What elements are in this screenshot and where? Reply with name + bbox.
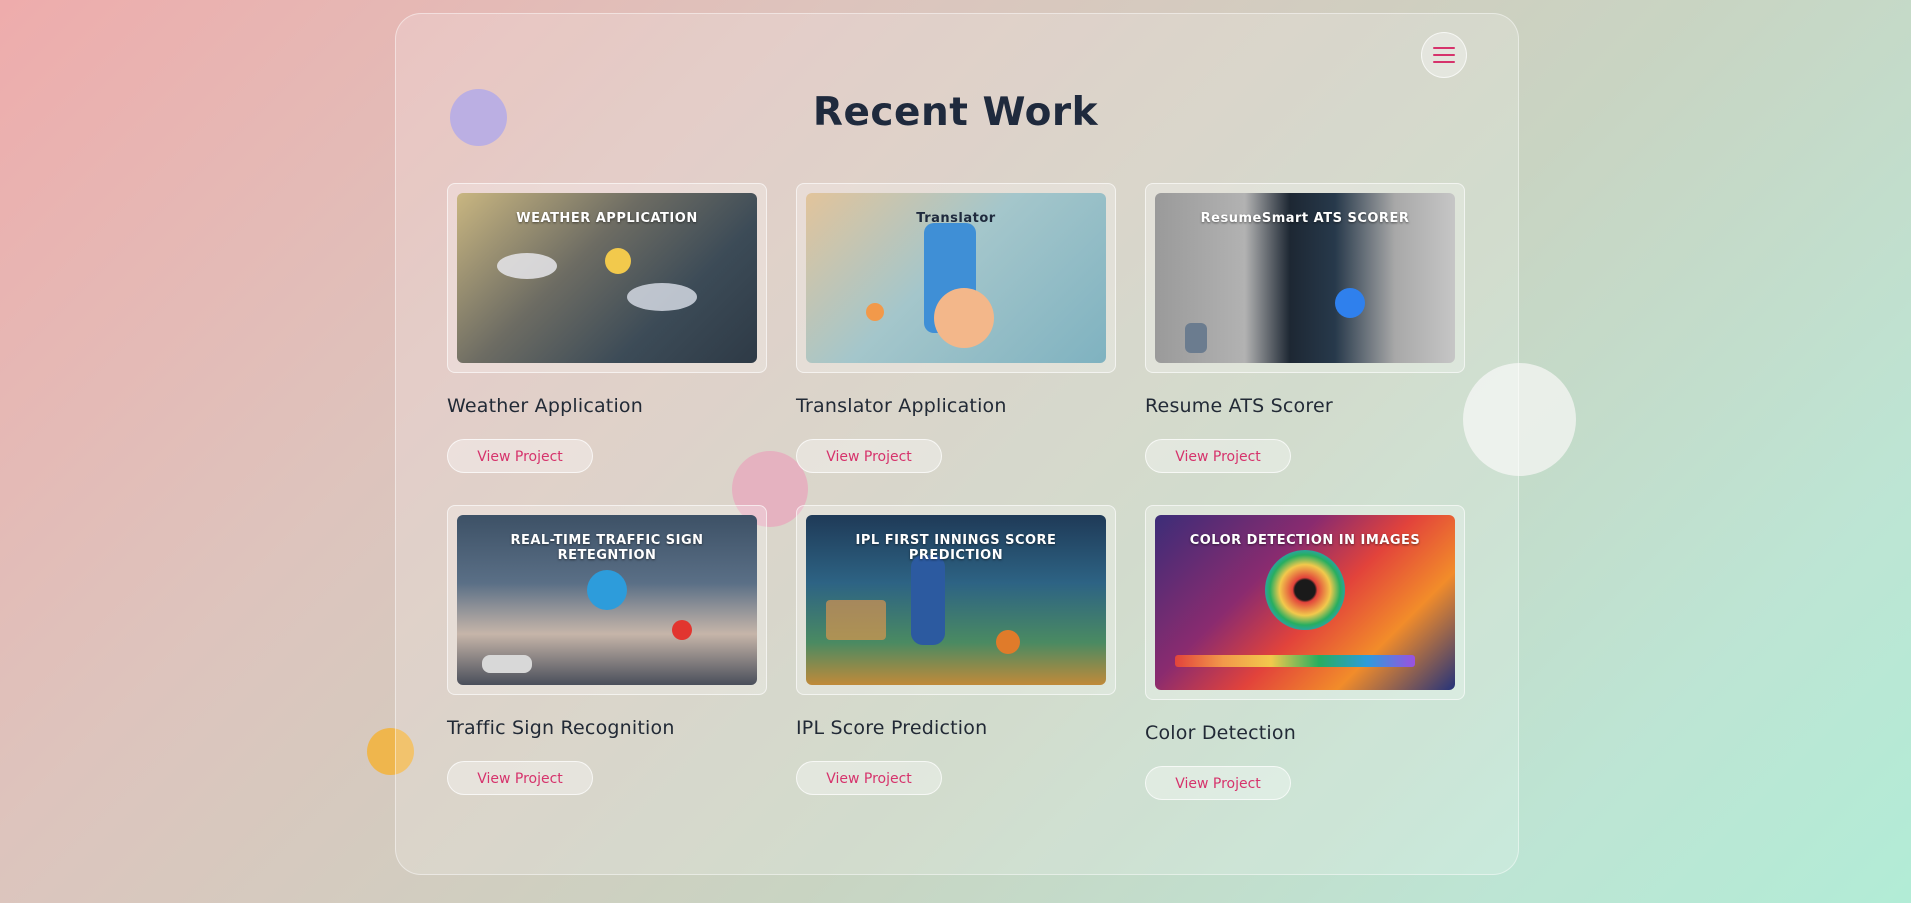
view-project-button[interactable]: View Project [796,439,942,473]
project-thumbnail: WEATHER APPLICATION [457,193,757,363]
project-card-color: COLOR DETECTION IN IMAGES Color Detectio… [1145,505,1465,800]
project-title: IPL Score Prediction [796,717,988,739]
project-thumbnail: IPL FIRST INNINGS SCORE PREDICTION [806,515,1106,685]
view-project-button[interactable]: View Project [1145,766,1291,800]
menu-button[interactable] [1421,32,1467,78]
project-title: Traffic Sign Recognition [447,717,675,739]
project-thumbnail: REAL-TIME TRAFFIC SIGN RETEGNTION [457,515,757,685]
project-thumbnail-frame[interactable]: ResumeSmart ATS SCORER [1145,183,1465,373]
view-project-button[interactable]: View Project [796,761,942,795]
project-thumbnail: COLOR DETECTION IN IMAGES [1155,515,1455,690]
project-card-resume: ResumeSmart ATS SCORER Resume ATS Scorer… [1145,183,1465,473]
project-title: Color Detection [1145,722,1296,744]
view-project-button[interactable]: View Project [1145,439,1291,473]
view-project-button[interactable]: View Project [447,761,593,795]
project-card-translator: Translator Translator Application View P… [796,183,1116,473]
project-thumbnail: Translator [806,193,1106,363]
project-title: Weather Application [447,395,643,417]
project-title: Translator Application [796,395,1007,417]
project-thumbnail-frame[interactable]: Translator [796,183,1116,373]
project-thumbnail-frame[interactable]: REAL-TIME TRAFFIC SIGN RETEGNTION [447,505,767,695]
view-project-button[interactable]: View Project [447,439,593,473]
project-card-weather: WEATHER APPLICATION Weather Application … [447,183,767,473]
project-thumbnail-frame[interactable]: IPL FIRST INNINGS SCORE PREDICTION [796,505,1116,695]
project-thumbnail: ResumeSmart ATS SCORER [1155,193,1455,363]
project-thumbnail-frame[interactable]: COLOR DETECTION IN IMAGES [1145,505,1465,700]
project-thumbnail-frame[interactable]: WEATHER APPLICATION [447,183,767,373]
hamburger-icon [1433,47,1455,63]
project-card-ipl: IPL FIRST INNINGS SCORE PREDICTION IPL S… [796,505,1116,795]
page-title: Recent Work [812,90,1099,135]
project-card-traffic: REAL-TIME TRAFFIC SIGN RETEGNTION Traffi… [447,505,767,795]
project-title: Resume ATS Scorer [1145,395,1333,417]
